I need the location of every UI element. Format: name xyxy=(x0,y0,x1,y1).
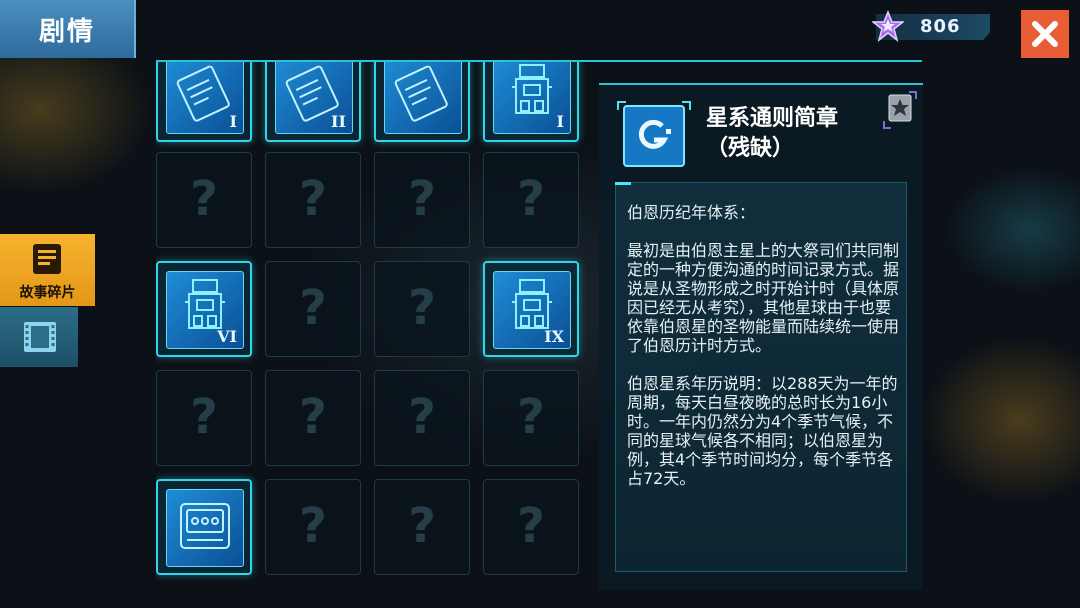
fragment-card-icon xyxy=(166,489,244,567)
rarity-star-badge-icon xyxy=(883,91,917,129)
page-title: 剧情 xyxy=(38,16,95,47)
fragment-numeral: VI xyxy=(217,327,237,346)
fragment-cell-locked[interactable]: ? xyxy=(265,479,361,575)
unknown-fragment-icon: ? xyxy=(299,171,327,227)
purple-star-icon xyxy=(870,9,906,42)
fragment-cell-owned[interactable]: VI xyxy=(156,261,252,357)
unknown-fragment-icon: ? xyxy=(190,171,218,227)
fragment-detail-icon xyxy=(616,100,692,172)
unknown-fragment-icon: ? xyxy=(299,389,327,445)
lore-text: 伯恩历纪年体系： 最初是由伯恩主星上的大祭司们共同制定的一种方便沟通的时间记录方… xyxy=(627,203,899,507)
title-tab: 剧情 xyxy=(0,0,136,58)
fragment-cell-locked[interactable]: ? xyxy=(265,152,361,248)
fragment-cell-locked[interactable]: ? xyxy=(156,152,252,248)
lore-paragraph-1: 伯恩历纪年体系： xyxy=(627,203,756,222)
fragment-cell-locked[interactable]: ? xyxy=(374,261,470,357)
fragment-cell-locked[interactable]: ? xyxy=(483,479,579,575)
fragment-cell-locked[interactable]: ? xyxy=(374,370,470,466)
unknown-fragment-icon: ? xyxy=(190,389,218,445)
unknown-fragment-icon: ? xyxy=(299,280,327,336)
film-icon xyxy=(24,322,56,352)
fragment-cell-locked[interactable]: ? xyxy=(265,370,361,466)
fragment-cell-locked[interactable]: ? xyxy=(483,152,579,248)
fragment-card-icon xyxy=(384,62,462,134)
close-button[interactable] xyxy=(1021,10,1069,58)
fragment-cell-locked[interactable]: ? xyxy=(374,152,470,248)
unknown-fragment-icon: ? xyxy=(408,280,436,336)
fragment-cell-locked[interactable]: ? xyxy=(265,261,361,357)
document-icon xyxy=(33,244,61,274)
fragment-grid[interactable]: I II I???? VI?? IX??????? xyxy=(156,62,586,582)
fragment-card-icon: II xyxy=(275,62,353,134)
tab-story-fragments[interactable]: 故事碎片 xyxy=(0,234,95,306)
fragment-numeral: I xyxy=(229,112,237,131)
fragment-numeral: II xyxy=(331,112,346,131)
fragment-cell-owned[interactable]: IX xyxy=(483,261,579,357)
fragment-card-icon: I xyxy=(493,62,571,134)
tab-video[interactable] xyxy=(0,307,78,367)
fragment-cell-owned[interactable] xyxy=(374,62,470,142)
unknown-fragment-icon: ? xyxy=(408,498,436,554)
unknown-fragment-icon: ? xyxy=(517,389,545,445)
fragment-cell-owned[interactable] xyxy=(156,479,252,575)
unknown-fragment-icon: ? xyxy=(517,171,545,227)
lore-paragraph-3: 伯恩星系年历说明：以288天为一年的周期，每天白昼夜晚的总时长为16小时。一年内… xyxy=(627,374,898,488)
fragment-card-icon: VI xyxy=(166,271,244,349)
fragment-card-icon: I xyxy=(166,62,244,134)
lore-box-accent xyxy=(615,182,631,185)
fragment-cell-locked[interactable]: ? xyxy=(374,479,470,575)
lore-paragraph-2: 最初是由伯恩主星上的大祭司们共同制定的一种方便沟通的时间记录方式。据说是从圣物形… xyxy=(627,241,900,355)
fragment-numeral: IX xyxy=(544,327,564,346)
unknown-fragment-icon: ? xyxy=(408,389,436,445)
fragment-cell-locked[interactable]: ? xyxy=(483,370,579,466)
close-icon xyxy=(1032,21,1058,47)
fragment-cell-locked[interactable]: ? xyxy=(156,370,252,466)
fragment-card-icon: IX xyxy=(493,271,571,349)
unknown-fragment-icon: ? xyxy=(408,171,436,227)
fragment-cell-owned[interactable]: I xyxy=(483,62,579,142)
unknown-fragment-icon: ? xyxy=(299,498,327,554)
fragment-numeral: I xyxy=(556,112,564,131)
fragment-cell-owned[interactable]: II xyxy=(265,62,361,142)
fragment-title: 星系通则简章（残缺） xyxy=(706,106,839,161)
tab-story-label: 故事碎片 xyxy=(19,285,76,301)
unknown-fragment-icon: ? xyxy=(517,498,545,554)
fragment-cell-owned[interactable]: I xyxy=(156,62,252,142)
currency-value: 806 xyxy=(920,16,961,37)
